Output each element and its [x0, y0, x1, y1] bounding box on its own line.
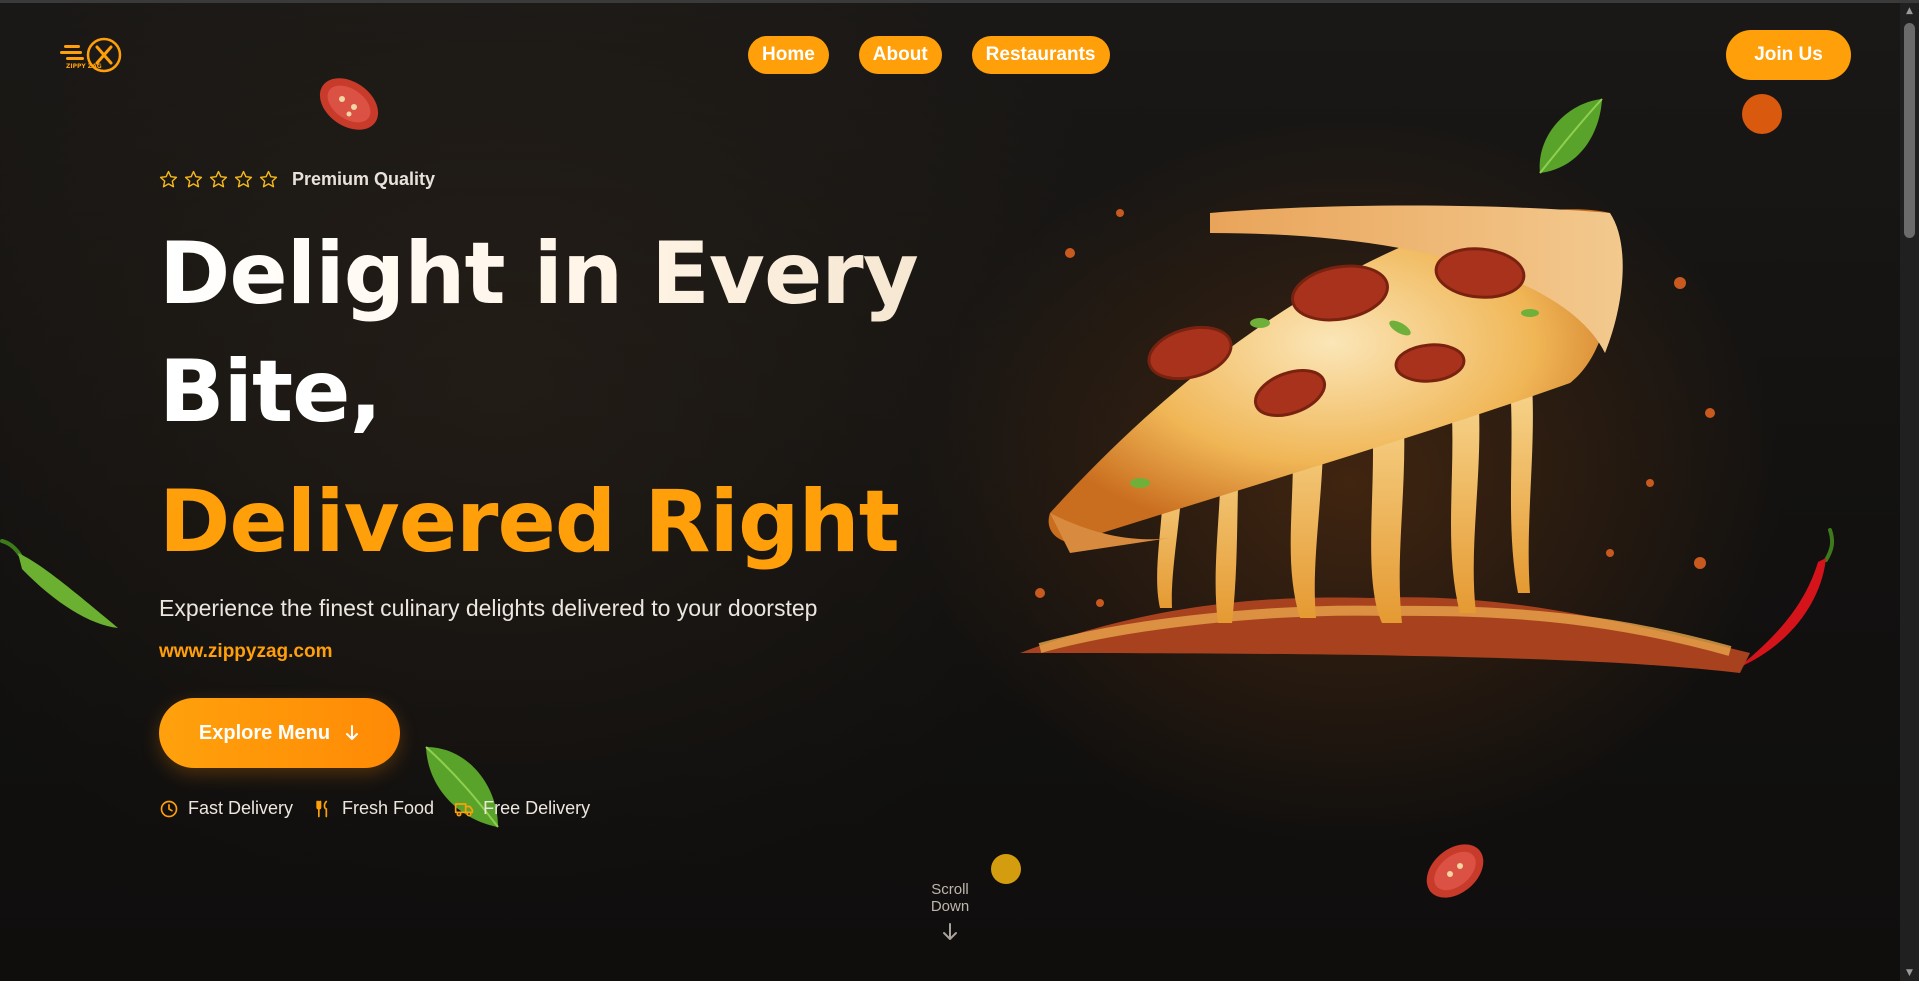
feature-label: Fresh Food	[342, 798, 435, 818]
utensils-icon	[316, 800, 328, 817]
pizza-slice-image	[1020, 205, 1750, 673]
feature-fast-delivery: Fast Delivery	[159, 798, 293, 819]
join-us-button[interactable]: Join Us	[1726, 30, 1851, 80]
green-chili-icon	[0, 539, 118, 628]
feature-free-delivery: Free Delivery	[454, 798, 590, 819]
scroll-down-arrow-icon[interactable]: ▼	[1900, 965, 1919, 981]
truck-icon	[454, 802, 474, 816]
feature-label: Fast Delivery	[188, 798, 294, 818]
headline-accent: Delivered Right	[159, 472, 900, 572]
main-nav: Home About Restaurants	[748, 36, 1110, 74]
logo-text: ZIPPY ZAG	[66, 63, 102, 70]
hero-section: ZIPPY ZAG Home About Restaurants Join Us	[0, 3, 1900, 981]
zippyzag-logo[interactable]: ZIPPY ZAG	[58, 35, 124, 75]
nav-item-restaurants[interactable]: Restaurants	[971, 36, 1110, 74]
headline-line-2: Bite,	[159, 342, 382, 442]
tomato-slice-icon	[1426, 844, 1484, 898]
scroll-up-arrow-icon[interactable]: ▲	[1900, 3, 1919, 19]
page-scrollbar[interactable]: ▲ ▼	[1900, 3, 1919, 981]
star-icon	[259, 170, 278, 188]
arrow-down-icon	[943, 923, 957, 940]
scrollbar-thumb[interactable]	[1904, 23, 1915, 238]
features-row: Fast Delivery Fresh Food Free Delivery	[159, 798, 590, 819]
star-icon	[234, 170, 253, 188]
explore-menu-button[interactable]: Explore Menu	[159, 698, 400, 768]
decorative-dot	[991, 854, 1021, 884]
hero-headline: Delight in Every Bite, Delivered Right	[159, 215, 919, 581]
star-icon	[184, 170, 203, 188]
feature-fresh-food: Fresh Food	[313, 798, 434, 819]
feature-label: Free Delivery	[483, 798, 591, 818]
decorative-dot	[1742, 94, 1782, 134]
website-link[interactable]: www.zippyzag.com	[159, 641, 333, 663]
headline-line-1: Delight in Every	[159, 215, 919, 333]
nav-item-home[interactable]: Home	[748, 36, 829, 74]
star-icon	[159, 170, 178, 188]
clock-icon	[160, 800, 178, 817]
tomato-slice-icon	[319, 78, 379, 130]
explore-menu-label: Explore Menu	[198, 721, 331, 744]
nav-item-about[interactable]: About	[858, 36, 942, 74]
scroll-down-label: Scroll Down	[930, 881, 970, 915]
rating-label: Premium Quality	[292, 169, 436, 189]
star-icon	[209, 170, 228, 188]
scroll-down-cue[interactable]: Scroll Down	[910, 881, 990, 943]
arrow-down-icon	[346, 725, 359, 740]
hero-subtitle: Experience the finest culinary delights …	[159, 595, 818, 621]
rating-row: Premium Quality	[159, 169, 435, 190]
